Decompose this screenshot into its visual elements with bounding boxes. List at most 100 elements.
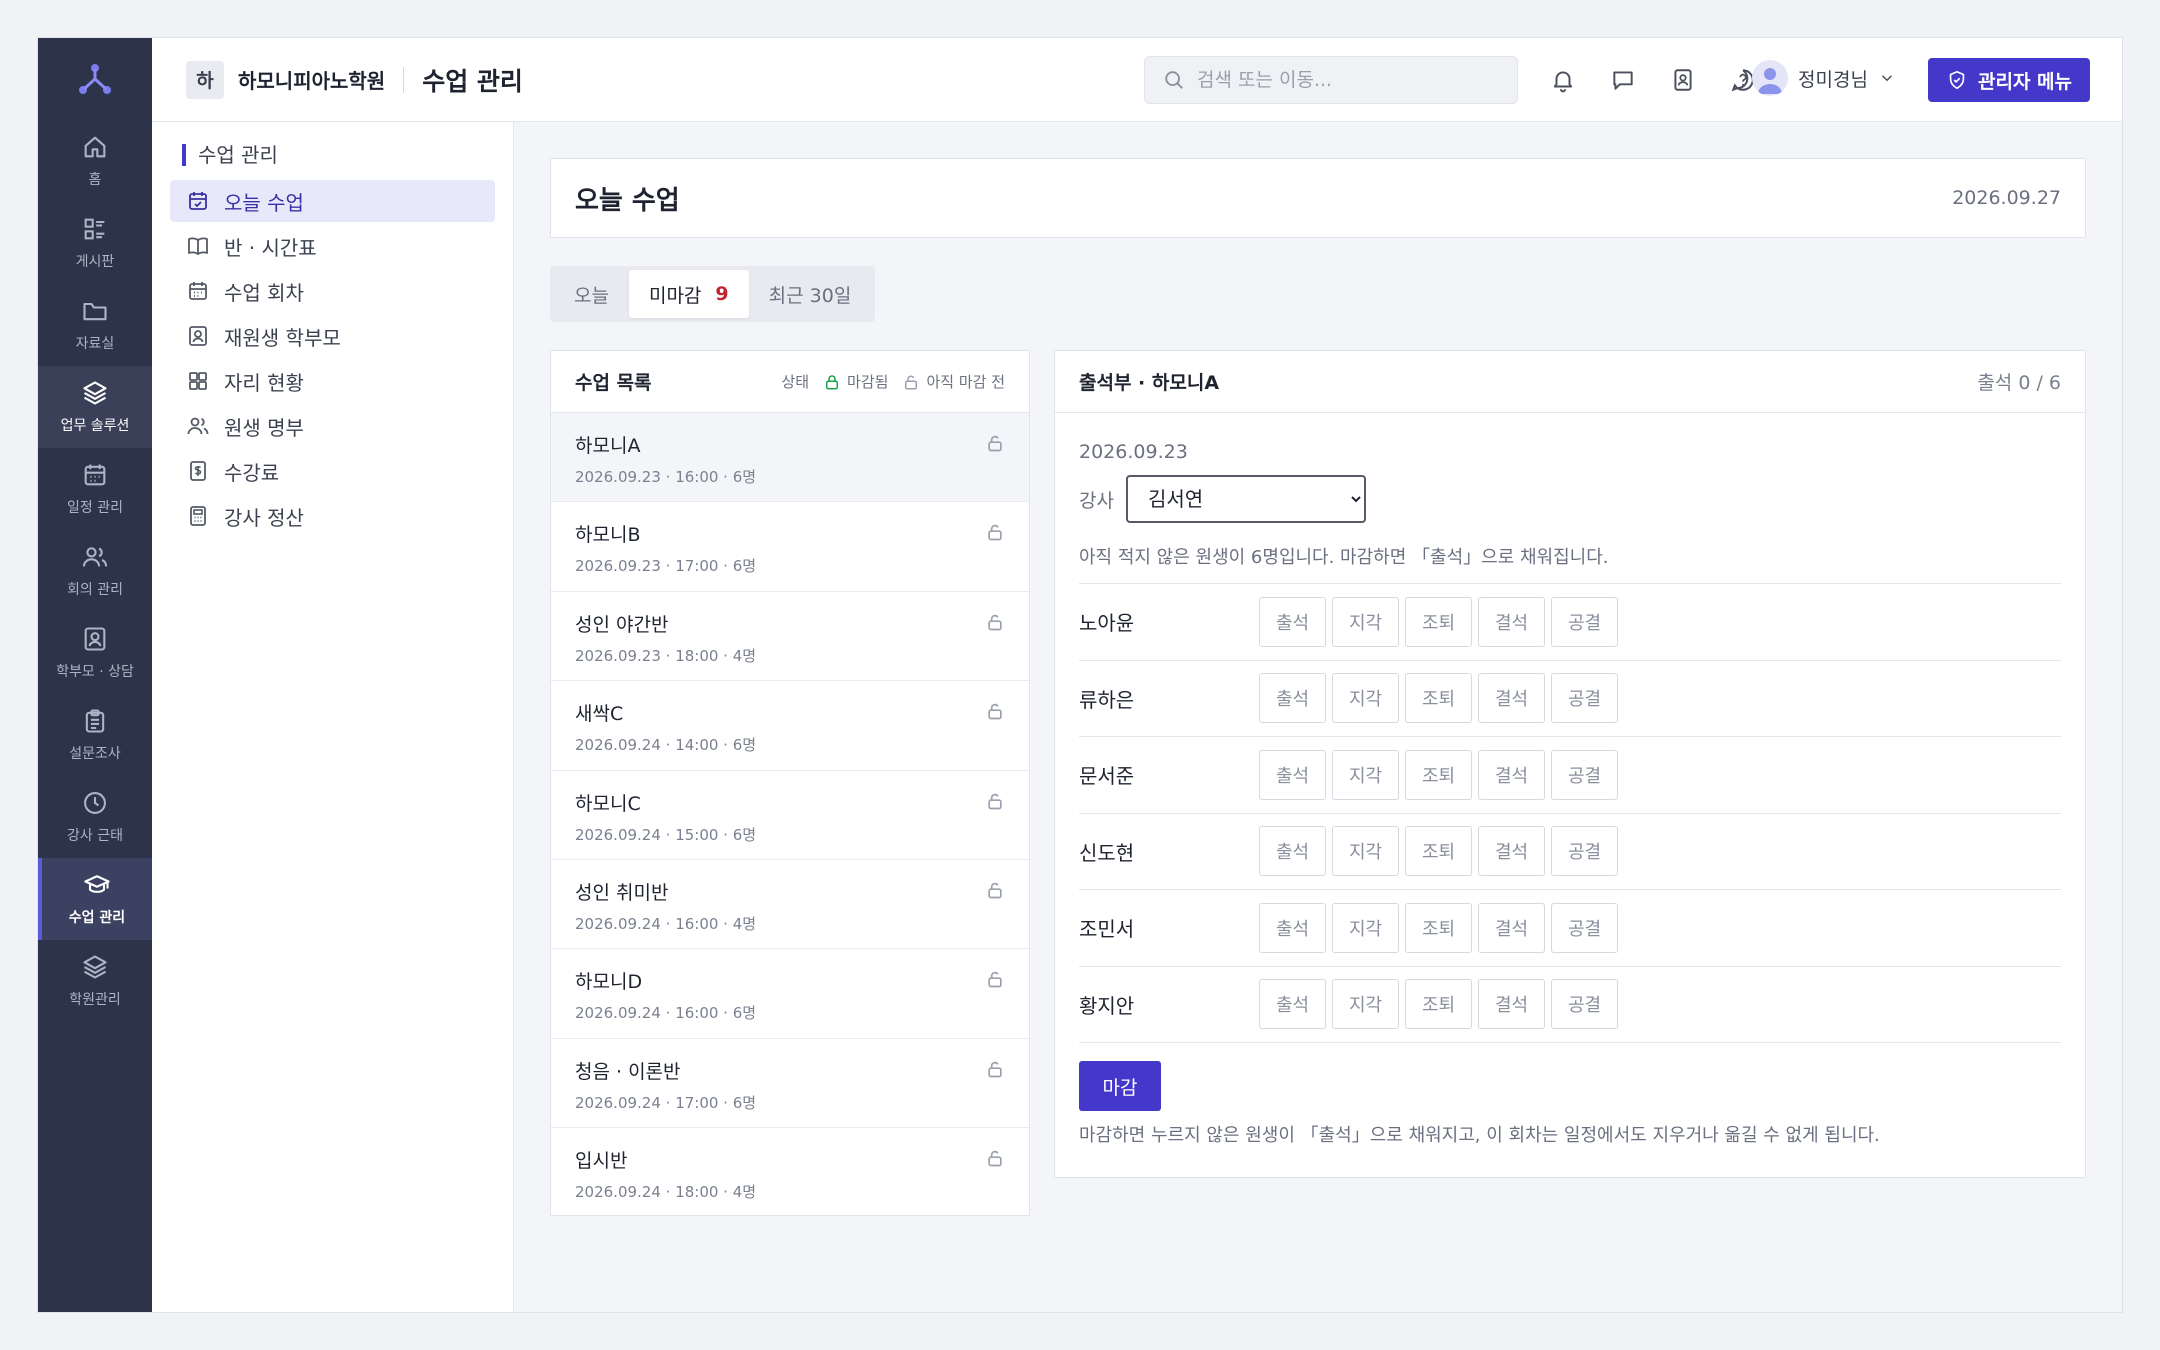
status-button[interactable]: 공결 — [1551, 902, 1618, 953]
teacher-label: 강사 — [1079, 489, 1114, 512]
tab-label: 미마감 — [648, 284, 702, 307]
status-button[interactable]: 지각 — [1332, 596, 1399, 647]
status-button[interactable]: 지각 — [1332, 826, 1399, 877]
folder-icon — [83, 302, 107, 321]
page-title: 수업 관리 — [422, 66, 523, 96]
class-list-item[interactable]: 새싹C 2026.09.24 · 14:00 · 6명 — [551, 681, 1029, 771]
class-list-item[interactable]: 입시반 2026.09.24 · 18:00 · 4명 — [551, 1128, 1029, 1217]
status-button[interactable]: 출석 — [1259, 902, 1326, 953]
status-button[interactable]: 출석 — [1259, 596, 1326, 647]
search-box[interactable] — [1144, 56, 1518, 104]
class-list-item[interactable]: 하모니C 2026.09.24 · 15:00 · 6명 — [551, 771, 1029, 860]
tab-unclosed[interactable]: 미마감 9 — [628, 270, 749, 318]
status-button[interactable]: 조퇴 — [1405, 826, 1472, 877]
tab-label: 최근 30일 — [768, 284, 852, 307]
class-list-item[interactable]: 성인 야간반 2026.09.23 · 18:00 · 4명 — [551, 592, 1029, 682]
sub-sidebar-item[interactable]: 반 · 시간표 — [170, 225, 495, 267]
class-meta: 2026.09.24 · 16:00 · 6명 — [575, 1004, 757, 1023]
class-list-item[interactable]: 하모니A 2026.09.23 · 16:00 · 6명 — [551, 413, 1029, 503]
status-button[interactable]: 결석 — [1478, 596, 1545, 647]
lock-open-icon — [988, 704, 1002, 720]
status-button[interactable]: 조퇴 — [1405, 979, 1472, 1030]
status-button[interactable]: 결석 — [1478, 826, 1545, 877]
rail-item[interactable]: 수업 관리 — [38, 858, 152, 940]
status-button[interactable]: 결석 — [1478, 902, 1545, 953]
sub-sidebar-title: 수업 관리 — [182, 144, 513, 166]
tab-today[interactable]: 오늘 — [554, 270, 629, 318]
status-button[interactable]: 출석 — [1259, 749, 1326, 800]
contacts-button[interactable] — [1667, 64, 1699, 96]
rail-item[interactable]: 업무 솔루션 — [38, 366, 152, 448]
rail-item-label: 업무 솔루션 — [60, 418, 130, 434]
book-icon — [188, 237, 208, 255]
user-name: 정미경님 — [1798, 68, 1868, 91]
class-name: 하모니C — [575, 792, 641, 815]
status-button[interactable]: 결석 — [1478, 979, 1545, 1030]
status-button[interactable]: 지각 — [1332, 902, 1399, 953]
class-list-item[interactable]: 청음 · 이론반 2026.09.24 · 17:00 · 6명 — [551, 1039, 1029, 1129]
rail-item[interactable]: 자료실 — [38, 284, 152, 366]
status-button[interactable]: 공결 — [1551, 749, 1618, 800]
status-button[interactable]: 공결 — [1551, 826, 1618, 877]
status-button[interactable]: 결석 — [1478, 673, 1545, 724]
rail-item-label: 강사 근태 — [67, 828, 123, 844]
status-button[interactable]: 출석 — [1259, 979, 1326, 1030]
rail-item[interactable]: 홈 — [38, 120, 152, 202]
status-button[interactable]: 결석 — [1478, 749, 1545, 800]
status-button[interactable]: 공결 — [1551, 673, 1618, 724]
search-input[interactable] — [1197, 69, 1477, 91]
sub-sidebar-item[interactable]: 강사 정산 — [170, 495, 495, 537]
sub-sidebar-item[interactable]: 자리 현황 — [170, 360, 495, 402]
rail-item[interactable]: 일정 관리 — [38, 448, 152, 530]
sub-sidebar-item-label: 반 · 시간표 — [224, 235, 317, 260]
teacher-select[interactable]: 김서연 — [1125, 475, 1366, 523]
sub-sidebar-item-label: 원생 명부 — [224, 415, 304, 440]
status-button[interactable]: 조퇴 — [1405, 596, 1472, 647]
messages-button[interactable] — [1607, 64, 1639, 96]
status-button[interactable]: 지각 — [1332, 749, 1399, 800]
sub-sidebar-item[interactable]: 수업 회차 — [170, 270, 495, 312]
status-button-group: 출석 지각 조퇴 결석 공결 — [1259, 749, 1618, 800]
sub-sidebar-item-label: 강사 정산 — [224, 505, 304, 530]
status-button[interactable]: 출석 — [1259, 673, 1326, 724]
status-button[interactable]: 지각 — [1332, 673, 1399, 724]
calendar-check-icon — [189, 192, 207, 210]
class-list-item[interactable]: 하모니D 2026.09.24 · 16:00 · 6명 — [551, 949, 1029, 1039]
class-name: 청음 · 이론반 — [575, 1060, 681, 1083]
sub-sidebar-item-label: 재원생 학부모 — [224, 325, 341, 350]
app-logo[interactable] — [38, 38, 152, 120]
current-date: 2026.09.27 — [1952, 187, 2061, 209]
user-menu[interactable]: 정미경님 — [1752, 60, 1896, 96]
sub-sidebar-item[interactable]: 오늘 수업 — [170, 180, 495, 222]
class-name: 하모니A — [575, 435, 641, 457]
tab-last-30-days[interactable]: 최근 30일 — [749, 270, 872, 318]
rail-item[interactable]: 학원관리 — [38, 940, 152, 1022]
status-button[interactable]: 출석 — [1259, 826, 1326, 877]
status-button[interactable]: 지각 — [1332, 979, 1399, 1030]
status-button[interactable]: 공결 — [1551, 596, 1618, 647]
rail-item-label: 자료실 — [75, 336, 115, 352]
class-list-item[interactable]: 성인 취미반 2026.09.24 · 16:00 · 4명 — [551, 860, 1029, 950]
class-meta: 2026.09.23 · 17:00 · 6명 — [575, 557, 757, 576]
sub-sidebar-item[interactable]: 수강료 — [170, 450, 495, 492]
org-name[interactable]: 하모니피아노학원 — [238, 65, 385, 94]
lock-open-icon — [988, 882, 1002, 899]
rail-item[interactable]: 설문조사 — [38, 694, 152, 776]
rail-item[interactable]: 강사 근태 — [38, 776, 152, 858]
sub-sidebar-item[interactable]: 원생 명부 — [170, 405, 495, 447]
rail-item[interactable]: 게시판 — [38, 202, 152, 284]
org-avatar[interactable]: 하 — [186, 60, 224, 99]
status-button[interactable]: 조퇴 — [1405, 902, 1472, 953]
status-button[interactable]: 공결 — [1551, 979, 1618, 1030]
status-button[interactable]: 조퇴 — [1405, 673, 1472, 724]
status-button[interactable]: 조퇴 — [1405, 749, 1472, 800]
notification-button[interactable] — [1547, 64, 1579, 96]
close-session-button[interactable]: 마감 — [1079, 1061, 1161, 1111]
student-name: 신도현 — [1079, 840, 1135, 865]
admin-menu-button[interactable]: 관리자 메뉴 — [1927, 58, 2090, 102]
rail-item[interactable]: 회의 관리 — [38, 530, 152, 612]
sub-sidebar-item[interactable]: 재원생 학부모 — [170, 315, 495, 357]
legend-open: 아직 마감 전 — [902, 371, 1005, 392]
rail-item[interactable]: 학부모 · 상담 — [38, 612, 152, 694]
class-list-item[interactable]: 하모니B 2026.09.23 · 17:00 · 6명 — [551, 502, 1029, 592]
